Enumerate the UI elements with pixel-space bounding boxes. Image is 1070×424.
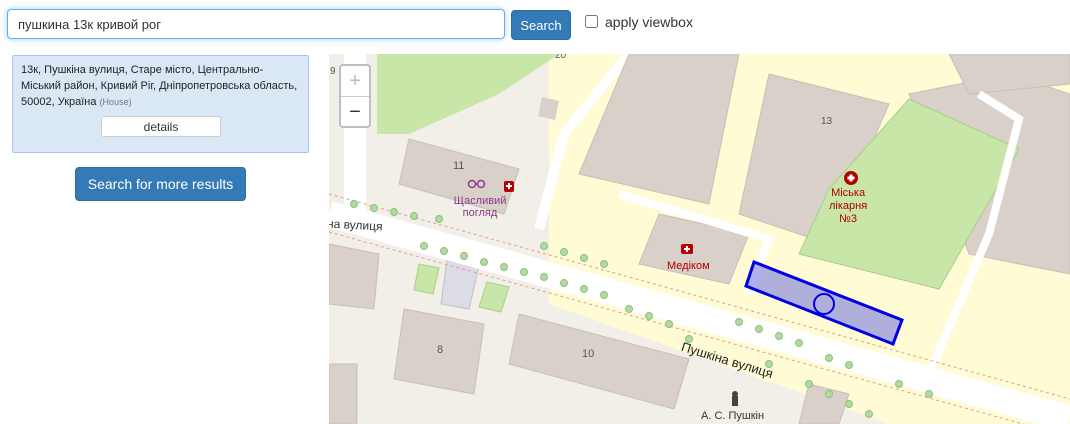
green-square-1 [413, 263, 440, 295]
zoom-in-button[interactable]: + [341, 66, 369, 97]
pharmacy-icon [504, 181, 514, 192]
medikom-icon [681, 244, 693, 254]
monument-icon [732, 391, 738, 406]
map-view[interactable]: + − на вулиця Пушкіна вулиця Щасливий по… [329, 54, 1070, 424]
result-address: 13к, Пушкіна вулиця, Старе місто, Центра… [21, 64, 298, 108]
search-button[interactable]: Search [511, 10, 571, 40]
poi-medikom-label: Медіком [667, 260, 710, 272]
search-input[interactable] [7, 9, 505, 39]
street-label-left: на вулиця [329, 216, 383, 234]
details-button[interactable]: details [101, 116, 221, 137]
zoom-control: + − [339, 64, 371, 128]
zoom-out-button[interactable]: − [341, 97, 369, 127]
hospital-icon [844, 171, 858, 185]
map-canvas [329, 54, 1070, 424]
building-number-13: 13 [821, 116, 833, 127]
search-more-results-button[interactable]: Search for more results [75, 167, 246, 201]
building-number-8: 8 [437, 344, 444, 356]
building-number-20: 20 [555, 54, 567, 61]
poi-hospital-label: Міська лікарня №3 [829, 187, 867, 226]
apply-viewbox-label[interactable]: apply viewbox [605, 14, 693, 30]
result-address-text: 13к, Пушкіна вулиця, Старе місто, Центра… [21, 62, 300, 110]
building-sw [329, 363, 358, 424]
building-number-10: 10 [582, 348, 595, 360]
poi-hospital-line2: лікарня [829, 200, 868, 212]
park-area [377, 54, 559, 134]
search-result-card[interactable]: 13к, Пушкіна вулиця, Старе місто, Центра… [12, 55, 309, 153]
poi-optician-label: Щасливий погляд [453, 195, 507, 219]
green-square-2 [478, 281, 510, 313]
building-west [329, 243, 380, 310]
monument-label: А. С. Пушкін [701, 410, 765, 422]
poi-hospital-line1: Міська [831, 187, 866, 199]
building-number-9: 9 [330, 66, 336, 77]
result-type: (House) [99, 97, 132, 107]
apply-viewbox-checkbox[interactable] [585, 15, 598, 28]
building-number-11: 11 [453, 160, 465, 172]
poi-hospital-line3: №3 [839, 213, 858, 225]
